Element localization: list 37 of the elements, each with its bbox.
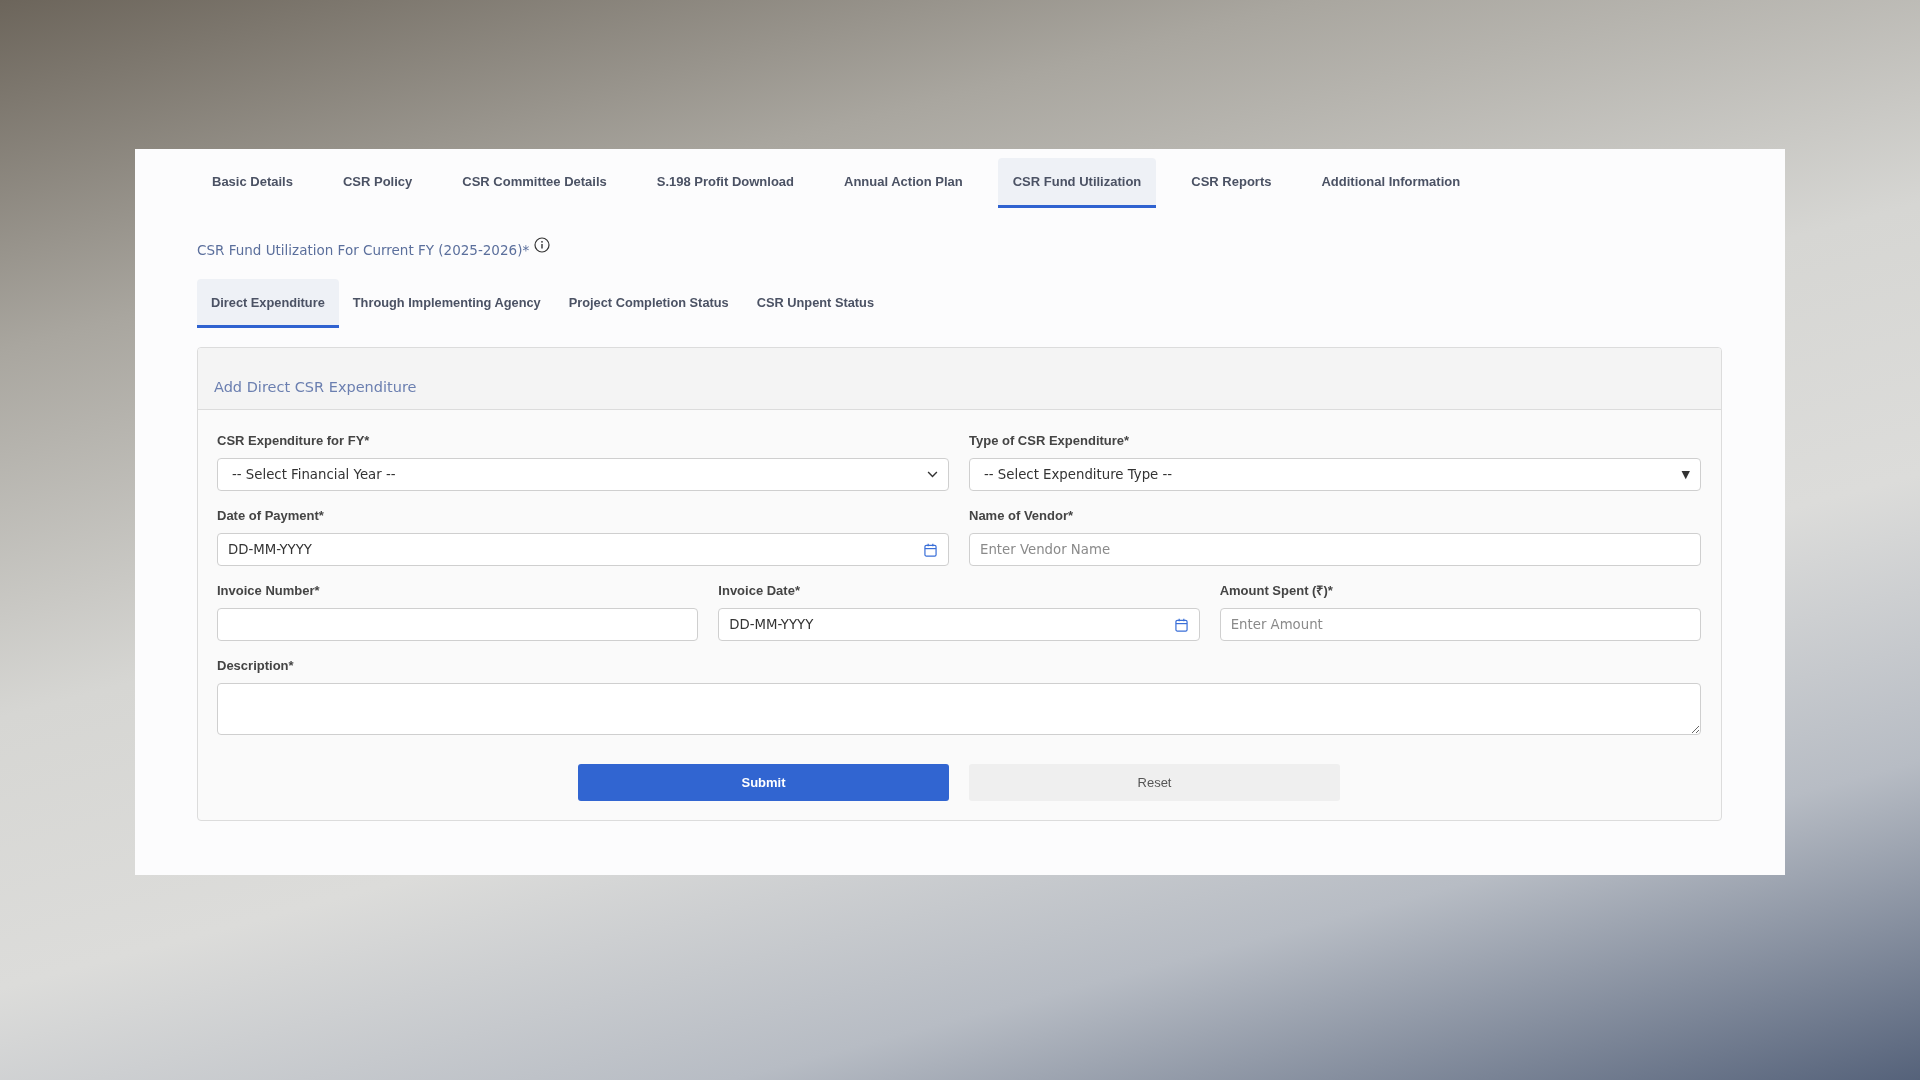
nav-tab[interactable]: CSR Committee Details (447, 158, 622, 208)
panel-title: Add Direct CSR Expenditure (214, 378, 417, 397)
calendar-icon[interactable] (1174, 618, 1188, 632)
field-label: CSR Expenditure for FY* (217, 433, 370, 449)
chevron-down-icon (927, 471, 938, 478)
field-label: Invoice Number* (217, 583, 320, 599)
field-label: Type of CSR Expenditure* (969, 433, 1130, 449)
sub-tab[interactable]: Project Completion Status (554, 279, 743, 328)
sub-tab[interactable]: CSR Unpent Status (742, 279, 888, 328)
nav-tab[interactable]: CSR Reports (1176, 158, 1287, 208)
info-icon[interactable] (534, 237, 551, 253)
caret-icon: ▼ (1681, 467, 1690, 482)
nav-tab[interactable]: Basic Details (197, 158, 308, 208)
input-field[interactable] (217, 608, 699, 641)
nav-tab[interactable]: CSR Policy (327, 158, 428, 208)
field-label: Amount Spent (₹)* (1219, 583, 1333, 599)
submit-button[interactable]: Submit (578, 764, 949, 801)
sub-tab[interactable]: Through Implementing Agency (338, 279, 555, 328)
field-label: Invoice Date* (718, 583, 800, 599)
nav-tab[interactable]: CSR Fund Utilization (997, 158, 1157, 208)
select-field[interactable]: -- Select Financial Year -- (217, 458, 949, 491)
date-field[interactable]: DD-MM-YYYY (718, 608, 1200, 641)
date-field[interactable]: DD-MM-YYYY (217, 533, 949, 566)
sub-tab[interactable]: Direct Expenditure (197, 279, 339, 328)
input-field[interactable]: Enter Vendor Name (969, 533, 1701, 566)
field-label: Name of Vendor* (969, 508, 1074, 524)
section-title: CSR Fund Utilization For Current FY (2025-2026)* (197, 241, 530, 259)
nav-tab[interactable]: Annual Action Plan (829, 158, 978, 208)
input-field[interactable]: Enter Amount (1219, 608, 1701, 641)
field-label: Description* (217, 658, 294, 674)
description-field[interactable] (217, 683, 1701, 735)
reset-button[interactable]: Reset (969, 764, 1340, 801)
select-field[interactable]: -- Select Expenditure Type -- ▼ (969, 458, 1701, 491)
nav-tab[interactable]: S.198 Profit Download (641, 158, 810, 208)
field-label: Date of Payment* (217, 508, 324, 524)
calendar-icon[interactable] (924, 543, 937, 557)
nav-tab[interactable]: Additional Information (1306, 158, 1476, 208)
